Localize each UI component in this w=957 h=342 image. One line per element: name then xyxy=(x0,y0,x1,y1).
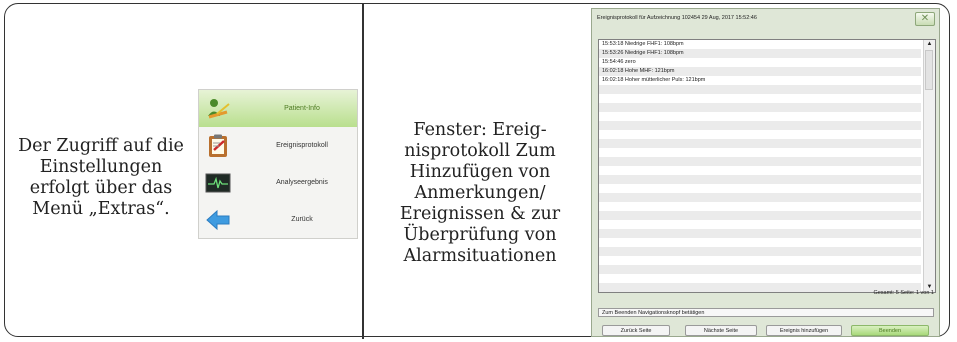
empty-row xyxy=(599,121,921,130)
page-summary: Gesamt: 5 Seite: 1 von 1 xyxy=(873,290,934,296)
empty-row xyxy=(599,247,921,256)
analysis-monitor-icon xyxy=(205,173,231,192)
menu-item-patient-info[interactable]: Patient-Info xyxy=(199,90,357,127)
menu-item-back[interactable]: Zurück xyxy=(199,201,357,238)
scroll-up-icon[interactable]: ▲ xyxy=(924,40,935,49)
close-button[interactable]: ✕ xyxy=(915,12,935,26)
menu-item-event-log[interactable]: Ereignisprotokoll xyxy=(199,127,357,164)
empty-row xyxy=(599,265,921,274)
prev-page-button[interactable]: Zurück Seite xyxy=(602,325,670,336)
list-item[interactable]: 15:54:46 zero xyxy=(599,58,921,67)
middle-caption: Fenster: Ereig-nisprotokoll Zum Hinzufüg… xyxy=(399,120,561,266)
window-title: Ereignisprotokoll für Aufzeichnung 10245… xyxy=(597,15,757,21)
add-event-button[interactable]: Ereignis hinzufügen xyxy=(766,325,842,336)
event-log-window: Ereignisprotokoll für Aufzeichnung 10245… xyxy=(591,8,940,337)
empty-row xyxy=(599,157,921,166)
empty-row xyxy=(599,229,921,238)
list-item[interactable]: 15:53:18 Niedrige FHF1: 108bpm xyxy=(599,40,921,49)
patient-info-icon xyxy=(208,98,230,118)
empty-row xyxy=(599,103,921,112)
menu-item-label: Analyseergebnis xyxy=(276,179,328,186)
empty-row xyxy=(599,139,921,148)
status-bar: Zum Beenden Navigationsknopf betätigen xyxy=(598,308,934,317)
empty-row xyxy=(599,193,921,202)
clipboard-icon xyxy=(209,134,227,157)
list-scrollbar[interactable]: ▲ ▼ xyxy=(923,40,935,292)
list-item[interactable]: 16:02:18 Hohe MHF: 121bpm xyxy=(599,67,921,76)
extras-menu: Patient-Info Ereignisprotokoll Analyseer… xyxy=(198,89,358,239)
empty-row xyxy=(599,85,921,94)
menu-item-label: Zurück xyxy=(291,216,313,223)
left-caption: Der Zugriff auf die Einstellungen erfolg… xyxy=(18,136,184,219)
event-list[interactable]: 15:53:18 Niedrige FHF1: 108bpm 15:53:26 … xyxy=(598,39,936,293)
empty-row xyxy=(599,175,921,184)
scroll-thumb[interactable] xyxy=(925,50,933,90)
window-title-bar: Ereignisprotokoll für Aufzeichnung 10245… xyxy=(592,9,939,27)
next-page-button[interactable]: Nächste Seite xyxy=(685,325,757,336)
quit-button[interactable]: Beenden xyxy=(851,325,929,336)
menu-item-label: Ereignisprotokoll xyxy=(276,142,328,149)
list-item[interactable]: 15:53:26 Niedrige FHF1: 108bpm xyxy=(599,49,921,58)
menu-item-analysis[interactable]: Analyseergebnis xyxy=(199,164,357,201)
close-icon: ✕ xyxy=(920,13,930,24)
empty-row xyxy=(599,211,921,220)
menu-item-label: Patient-Info xyxy=(284,105,320,112)
back-arrow-icon xyxy=(206,209,230,230)
column-divider xyxy=(362,3,364,339)
list-item[interactable]: 16:02:18 Hoher mütterlicher Puls: 121bpm xyxy=(599,76,921,85)
